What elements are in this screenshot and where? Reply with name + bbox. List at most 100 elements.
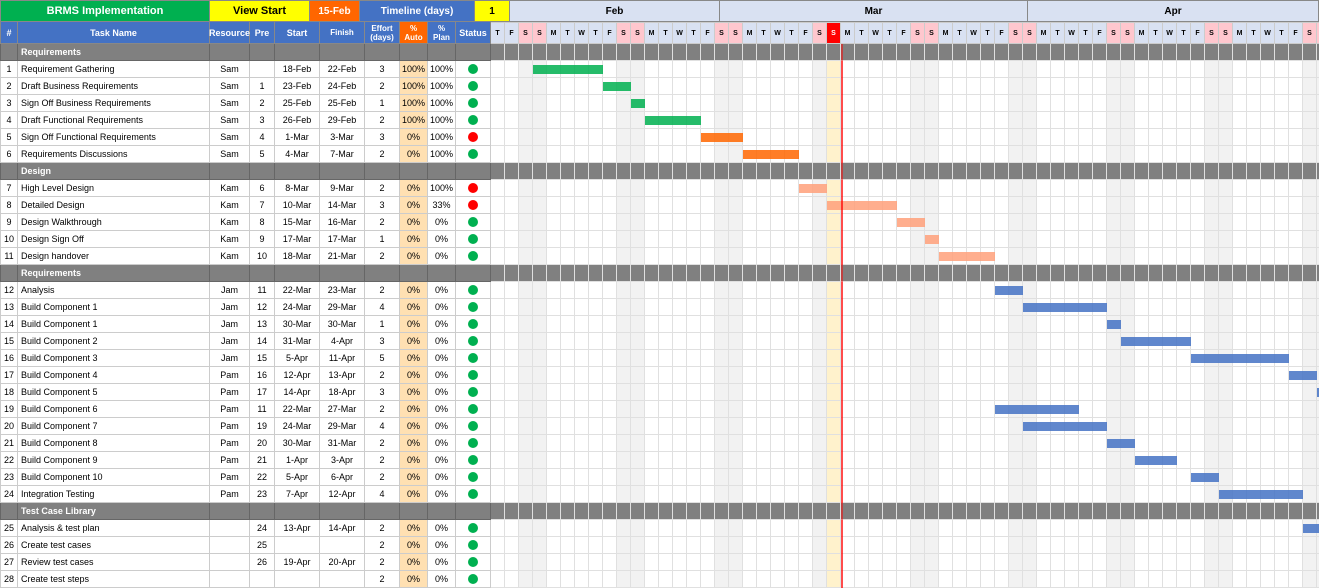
section-effort [365,44,400,61]
gantt-cell [1079,469,1093,486]
gantt-cell [673,367,687,384]
gantt-cell [827,61,841,78]
gantt-cell [491,384,505,401]
today-line [841,554,843,571]
gantt-cell [1135,350,1149,367]
gantt-cell [1079,384,1093,401]
gantt-cell [491,316,505,333]
gantt-cell [869,214,883,231]
gantt-cell [1009,435,1023,452]
gantt-cell [1135,180,1149,197]
gantt-cell [575,503,589,520]
gantt-cell [575,129,589,146]
gantt-cell [925,333,939,350]
gantt-cell [701,520,715,537]
gantt-cell [701,435,715,452]
gantt-cell [631,469,645,486]
gantt-cell [575,231,589,248]
gantt-cell [1135,78,1149,95]
gantt-cell [1121,95,1135,112]
gantt-cell [981,146,995,163]
cell-pre: 5 [250,146,275,163]
gantt-cell [995,469,1009,486]
gantt-cell [1037,146,1051,163]
cell-status [456,384,491,401]
gantt-cell [827,180,841,197]
gantt-cell [1107,44,1121,61]
gantt-cell [1191,61,1205,78]
gantt-cell [841,146,855,163]
cell-start: 8-Mar [275,180,320,197]
gantt-cell [1289,163,1303,180]
gantt-cell [1303,95,1317,112]
gantt-cell [533,95,547,112]
gantt-cell [1233,112,1247,129]
gantt-cell [491,112,505,129]
gantt-cell [673,520,687,537]
gantt-cell [1261,571,1275,588]
table-row: 1 Requirement Gathering Sam 18-Feb 22-Fe… [0,61,491,78]
gantt-cell [785,112,799,129]
gantt-cell [1303,282,1317,299]
gantt-cell [1121,265,1135,282]
gantt-bar [995,405,1079,414]
gantt-cell [631,248,645,265]
day-header-Mar-18: M [939,22,953,44]
cell-pre: 11 [250,401,275,418]
gantt-cell [1177,401,1191,418]
gantt-cell [1051,231,1065,248]
cell-finish [320,537,365,554]
gantt-cell [981,333,995,350]
today-line [841,214,843,231]
gantt-cell [841,571,855,588]
gantt-cell [1065,452,1079,469]
gantt-cell [771,401,785,418]
gantt-cell [1135,112,1149,129]
gantt-cell [1233,299,1247,316]
gantt-cell [855,503,869,520]
gantt-cell [757,469,771,486]
gantt-cell [967,520,981,537]
gantt-cell [771,95,785,112]
gantt-cell [813,435,827,452]
gantt-cell [575,537,589,554]
status-dot [468,455,478,465]
gantt-cell [869,554,883,571]
section-pct-act [400,44,428,61]
cell-finish: 31-Mar [320,435,365,452]
gantt-cell [939,554,953,571]
gantt-cell [1177,520,1191,537]
gantt-cell [855,554,869,571]
gantt-cell [1023,214,1037,231]
gantt-cell [981,316,995,333]
gantt-cell [1233,61,1247,78]
section-pct-plan [428,44,456,61]
gantt-cell [1275,571,1289,588]
gantt-cell [715,537,729,554]
gantt-cell [953,333,967,350]
gantt-cell [1079,146,1093,163]
table-row: 12 Analysis Jam 11 22-Mar 23-Mar 2 0% 0% [0,282,491,299]
gantt-cell [1289,350,1303,367]
gantt-cell [841,316,855,333]
gantt-cell [1065,112,1079,129]
gantt-cell [1149,112,1163,129]
gantt-cell [505,452,519,469]
gantt-cell [939,435,953,452]
gantt-cell [589,180,603,197]
gantt-cell [1009,554,1023,571]
cell-num: 18 [0,384,18,401]
gantt-cell [1303,180,1317,197]
table-row: 24 Integration Testing Pam 23 7-Apr 12-A… [0,486,491,503]
gantt-cell [533,571,547,588]
gantt-cell [743,401,757,418]
gantt-cell [673,163,687,180]
gantt-cell [1205,554,1219,571]
gantt-cell [1233,248,1247,265]
gantt-cell [995,146,1009,163]
gantt-cell [757,350,771,367]
gantt-cell [1121,61,1135,78]
gantt-cell [1065,367,1079,384]
gantt-cell [939,61,953,78]
status-dot [468,574,478,584]
